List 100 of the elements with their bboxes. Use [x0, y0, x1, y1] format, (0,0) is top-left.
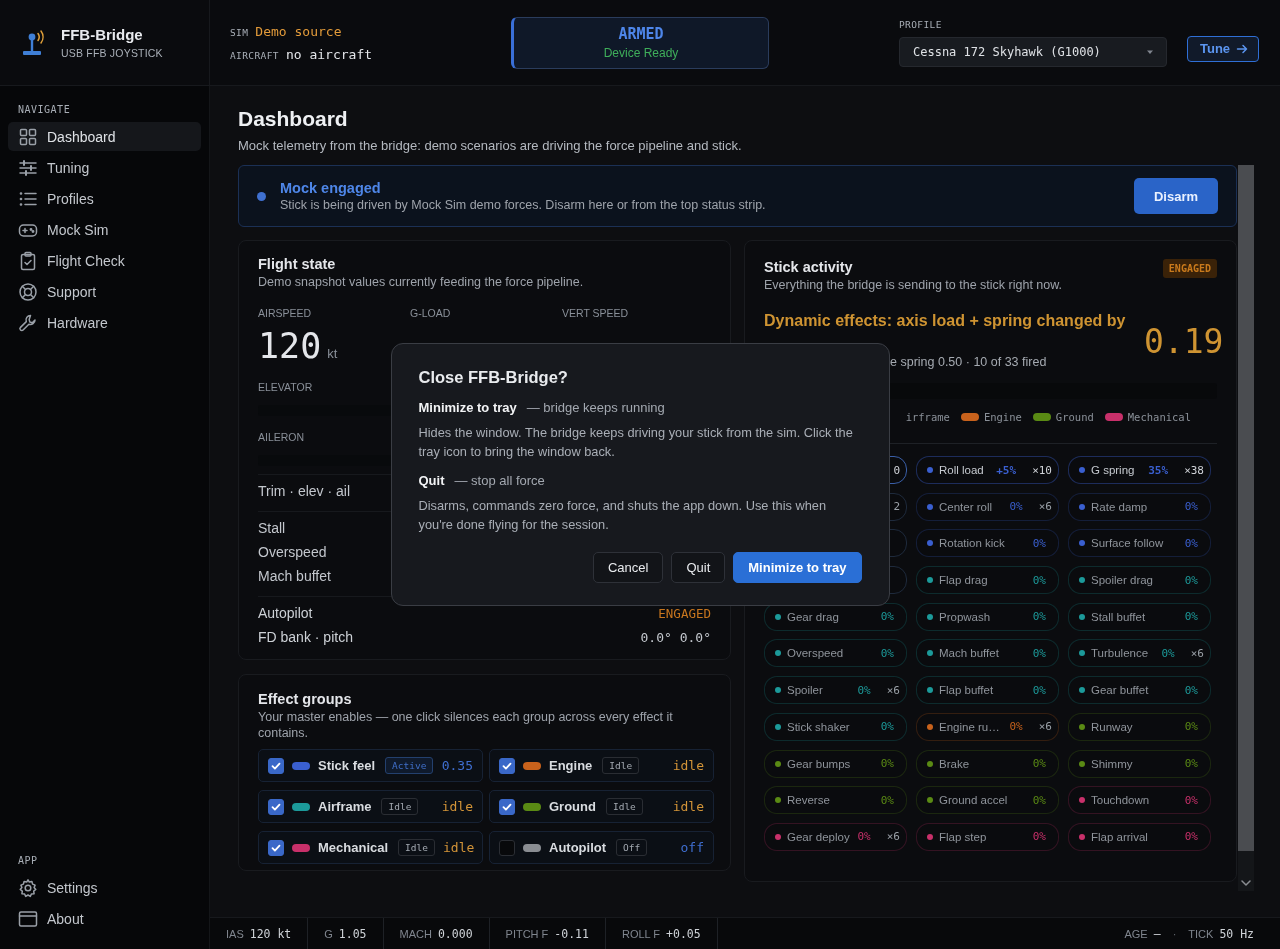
stat-label: AIRSPEED: [258, 306, 313, 320]
checkbox[interactable]: [268, 839, 284, 856]
row-label: Mach buffet: [258, 568, 331, 584]
sidebar-item[interactable]: Flight Check: [8, 246, 201, 275]
chip-name: Spoiler drag: [1091, 574, 1154, 587]
legend-label: Ground: [1055, 411, 1094, 423]
status-title: ARMED: [618, 25, 664, 43]
checkbox[interactable]: [499, 798, 515, 815]
row-value: 0.0° 0.0°: [640, 629, 711, 645]
status-value: ENGAGED: [658, 605, 711, 621]
checkbox[interactable]: [268, 757, 284, 774]
chip-percent: 0%: [1184, 720, 1198, 734]
row-label: FD bank · pitch: [258, 629, 353, 645]
chip-name: Turbulence: [1091, 647, 1150, 660]
sidebar-item[interactable]: Settings: [8, 873, 201, 902]
wrench-icon: [18, 312, 38, 333]
chip-name: Surface follow: [1091, 537, 1165, 550]
state-badge: Idle: [602, 757, 640, 774]
sliders-icon: [18, 157, 38, 178]
chip-name: Stall buffet: [1091, 610, 1147, 623]
chip-percent: 0%: [1032, 683, 1046, 697]
sim-label: SIM: [230, 26, 249, 38]
sidebar-item[interactable]: Profiles: [8, 184, 201, 213]
chip-percent: 0%: [1184, 793, 1198, 807]
status-label: IAS: [226, 927, 244, 940]
chip-count: ×6: [886, 683, 900, 697]
chip-name: Engine ru…: [939, 720, 1001, 733]
option-name: Minimize to tray: [418, 400, 517, 415]
chip-name: Gear deploy: [787, 830, 851, 843]
chip-percent: +5%: [996, 463, 1017, 477]
chip-percent: 0%: [1032, 793, 1046, 807]
sim-value: Demo source: [255, 23, 342, 39]
aircraft-label: AIRCRAFT: [230, 49, 279, 61]
status-value: -0.11: [554, 926, 589, 941]
chip-name: Gear bumps: [787, 757, 852, 770]
status-value: 50 Hz: [1219, 926, 1254, 941]
chip-percent: 0%: [1184, 830, 1198, 844]
card-title: Effect groups: [258, 690, 353, 709]
status-value: +0.05: [666, 926, 701, 941]
grid-icon: [18, 126, 38, 147]
checkbox[interactable]: [499, 839, 515, 856]
chip-percent: 0%: [1161, 646, 1175, 660]
checkbox[interactable]: [268, 798, 284, 815]
sidebar-item[interactable]: Hardware: [8, 308, 201, 337]
status-label: TICK: [1188, 927, 1214, 940]
tune-button[interactable]: Tune: [1187, 35, 1260, 62]
dialog-button[interactable]: Minimize to tray: [733, 552, 862, 583]
chip-name: Reverse: [787, 794, 831, 807]
status-label: MACH: [399, 927, 432, 940]
disarm-button[interactable]: Disarm: [1133, 178, 1218, 214]
chip-percent: 0%: [1032, 573, 1046, 587]
chip-percent: 0%: [1184, 610, 1198, 624]
chip-name: Flap step: [939, 830, 988, 843]
sidebar-item[interactable]: Mock Sim: [8, 215, 201, 244]
section-label: APP: [17, 855, 39, 866]
chip-percent: 0%: [1184, 536, 1198, 550]
sidebar-item[interactable]: About: [8, 904, 201, 933]
status-value: 120 kt: [249, 926, 292, 941]
sidebar-item[interactable]: Tuning: [8, 153, 201, 182]
status-value: 1.05: [338, 926, 367, 941]
state-badge: Off: [616, 839, 648, 856]
group-name: Engine: [549, 758, 593, 773]
option-summary: — stop all force: [454, 473, 545, 488]
chip-name: Roll load: [939, 464, 985, 476]
chip-count: ×6: [1038, 720, 1052, 734]
chip-name: Propwash: [939, 610, 992, 623]
chip-percent: 0%: [1032, 830, 1046, 844]
status-label: G: [324, 927, 333, 940]
lifebuoy-icon: [18, 281, 38, 302]
chip-percent: 0%: [880, 610, 894, 624]
group-name: Mechanical: [318, 840, 389, 855]
dialog-button[interactable]: Quit: [671, 552, 726, 583]
legend-label: irframe: [905, 411, 950, 423]
chip-count: 2: [893, 500, 900, 514]
checkbox[interactable]: [499, 757, 515, 774]
chip-name: Flap arrival: [1091, 830, 1149, 843]
state-badge: Idle: [398, 839, 435, 856]
window-icon: [18, 908, 38, 929]
status-label: PITCH F: [505, 927, 549, 940]
axis-label: AILERON: [258, 430, 305, 444]
caret-icon: [1146, 48, 1154, 55]
chip-count: ×10: [1032, 463, 1052, 477]
row-label: Autopilot: [258, 605, 313, 621]
group-value: idle: [672, 758, 704, 773]
dialog-button[interactable]: Cancel: [592, 552, 664, 583]
chip-percent: 0%: [1184, 500, 1198, 514]
chip-name: Spoiler: [787, 684, 824, 697]
chip-name: Mach buffet: [939, 647, 1000, 660]
engaged-badge: ENGAGED: [1162, 259, 1217, 278]
sidebar-item[interactable]: Support: [8, 277, 201, 306]
sidebar-item[interactable]: Dashboard: [8, 122, 201, 151]
chip-name: Rotation kick: [939, 537, 1006, 550]
chip-name: Rate damp: [1091, 500, 1149, 513]
option-description: Disarms, commands zero force, and shuts the app down. Use this when you're done flying for the session.: [418, 497, 828, 534]
group-name: Ground: [549, 799, 596, 814]
app-subtitle: USB FFB JOYSTICK: [61, 47, 163, 59]
force-value: 0.19: [1144, 322, 1224, 361]
row-label: Trim · elev · ail: [258, 483, 351, 499]
profile-select[interactable]: Cessna 172 Skyhawk (G1000): [899, 36, 1167, 67]
card-title: Stick activity: [764, 258, 854, 277]
